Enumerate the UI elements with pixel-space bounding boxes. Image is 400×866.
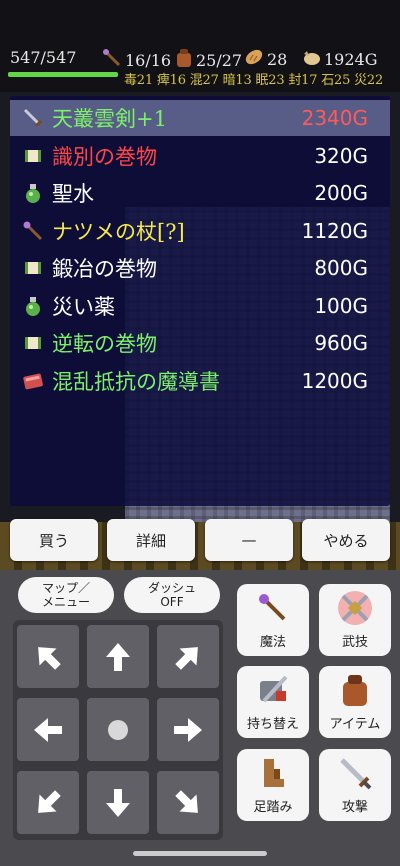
center-dot-icon	[108, 719, 128, 740]
item-name: 災い薬	[52, 294, 115, 319]
switch-weapon-icon	[254, 671, 292, 709]
item-name: 識別の巻物	[52, 144, 157, 169]
money-bag-icon	[301, 48, 321, 70]
staff-icon	[102, 48, 122, 72]
arrow-up-right-icon	[175, 646, 198, 670]
shop-list: 天叢雲剣+1 2340G 識別の巻物 320G 聖水 200G ナツメの杖[?] 1120G 鍛…	[10, 96, 390, 506]
shop-item-row[interactable]: 災い薬 100G	[10, 288, 390, 324]
arrow-right-icon	[174, 717, 202, 742]
bag-icon	[336, 671, 374, 709]
step-button[interactable]: 足踏み	[237, 749, 309, 821]
item-price: 200G	[314, 181, 368, 205]
dash-toggle[interactable]: ダッシュ OFF	[124, 577, 220, 613]
item-name: 聖水	[52, 182, 94, 206]
move-up-left-button[interactable]	[17, 625, 79, 688]
shop-item-row[interactable]: 識別の巻物 320G	[10, 138, 390, 174]
martial-arts-button[interactable]: 武技	[319, 584, 391, 656]
hp-bar-fill	[8, 72, 118, 77]
switch-weapon-button[interactable]: 持ち替え	[237, 666, 309, 738]
move-down-right-button[interactable]	[157, 771, 219, 834]
item-button[interactable]: アイテム	[319, 666, 391, 738]
item-name: 天叢雲剣+1	[52, 107, 167, 131]
buy-button[interactable]: 買う	[10, 519, 98, 561]
crossed-swords-icon	[336, 589, 374, 627]
staff-icon	[254, 589, 292, 627]
wait-button[interactable]	[87, 698, 149, 761]
home-indicator	[133, 851, 267, 856]
item-price: 100G	[314, 293, 368, 318]
item-price: 2340G	[301, 106, 368, 130]
shop-item-row[interactable]: 逆転の巻物 960G	[10, 325, 390, 361]
item-price: 960G	[314, 331, 368, 355]
game-field: 天叢雲剣+1 2340G 識別の巻物 320G 聖水 200G ナツメの杖[?] 1120G 鍛…	[0, 92, 400, 570]
move-up-button[interactable]	[87, 625, 149, 688]
move-up-right-button[interactable]	[157, 625, 219, 688]
arrow-left-icon	[34, 717, 62, 742]
dpad	[13, 620, 223, 840]
attack-button[interactable]: 攻撃	[319, 749, 391, 821]
shop-item-row[interactable]: 鍛冶の巻物 800G	[10, 250, 390, 286]
item-price: 1200G	[301, 368, 368, 393]
status-effects: 毒21 痺16 混27 暗13 眠23 封17 石25 災22	[124, 73, 384, 88]
staff-icon	[22, 220, 44, 242]
gold-count: 1924G	[301, 48, 378, 70]
item-name: 混乱抵抗の魔導書	[52, 369, 220, 394]
shop-item-row[interactable]: ナツメの杖[?] 1120G	[10, 213, 390, 249]
detail-button[interactable]: 詳細	[107, 519, 195, 561]
sword-icon	[22, 107, 44, 129]
arrow-down-left-icon	[38, 789, 61, 813]
book-icon	[22, 370, 44, 392]
quit-button[interactable]: やめる	[302, 519, 390, 561]
shop-item-row[interactable]: 混乱抵抗の魔導書 1200G	[10, 363, 390, 399]
item-name: 逆転の巻物	[52, 332, 157, 356]
potion-icon	[22, 295, 44, 317]
arrow-up-icon	[106, 642, 130, 671]
move-down-button[interactable]	[87, 771, 149, 834]
scroll-icon	[22, 145, 44, 167]
item-price: 1120G	[301, 218, 368, 243]
status-bar: 547/547 16/16 25/27 28 1924G 毒21 痺16 混27…	[0, 0, 400, 92]
arrow-down-icon	[106, 788, 130, 817]
sword-icon	[336, 754, 374, 792]
boots-icon	[254, 754, 292, 792]
shop-item-row[interactable]: 聖水 200G	[10, 175, 390, 211]
move-right-button[interactable]	[157, 698, 219, 761]
item-name: 鍛冶の巻物	[52, 257, 157, 281]
bread-icon	[244, 48, 264, 70]
item-price: 800G	[314, 256, 368, 280]
arrow-up-left-icon	[38, 646, 61, 670]
scroll-icon	[22, 257, 44, 279]
scroll-icon	[22, 332, 44, 354]
empty-action-button[interactable]: —	[205, 519, 293, 561]
item-name: ナツメの杖[?]	[52, 219, 185, 244]
potion-icon	[22, 182, 44, 204]
arrow-down-right-icon	[175, 789, 198, 813]
magic-button[interactable]: 魔法	[237, 584, 309, 656]
hp-bar	[8, 72, 118, 77]
move-down-left-button[interactable]	[17, 771, 79, 834]
hp-value: 547/547	[10, 48, 77, 67]
map-menu-button[interactable]: マップ／ メニュー	[18, 577, 114, 613]
item-price: 320G	[314, 143, 368, 168]
food-count: 28	[244, 48, 287, 70]
shop-item-row[interactable]: 天叢雲剣+1 2340G	[10, 100, 390, 136]
move-left-button[interactable]	[17, 698, 79, 761]
